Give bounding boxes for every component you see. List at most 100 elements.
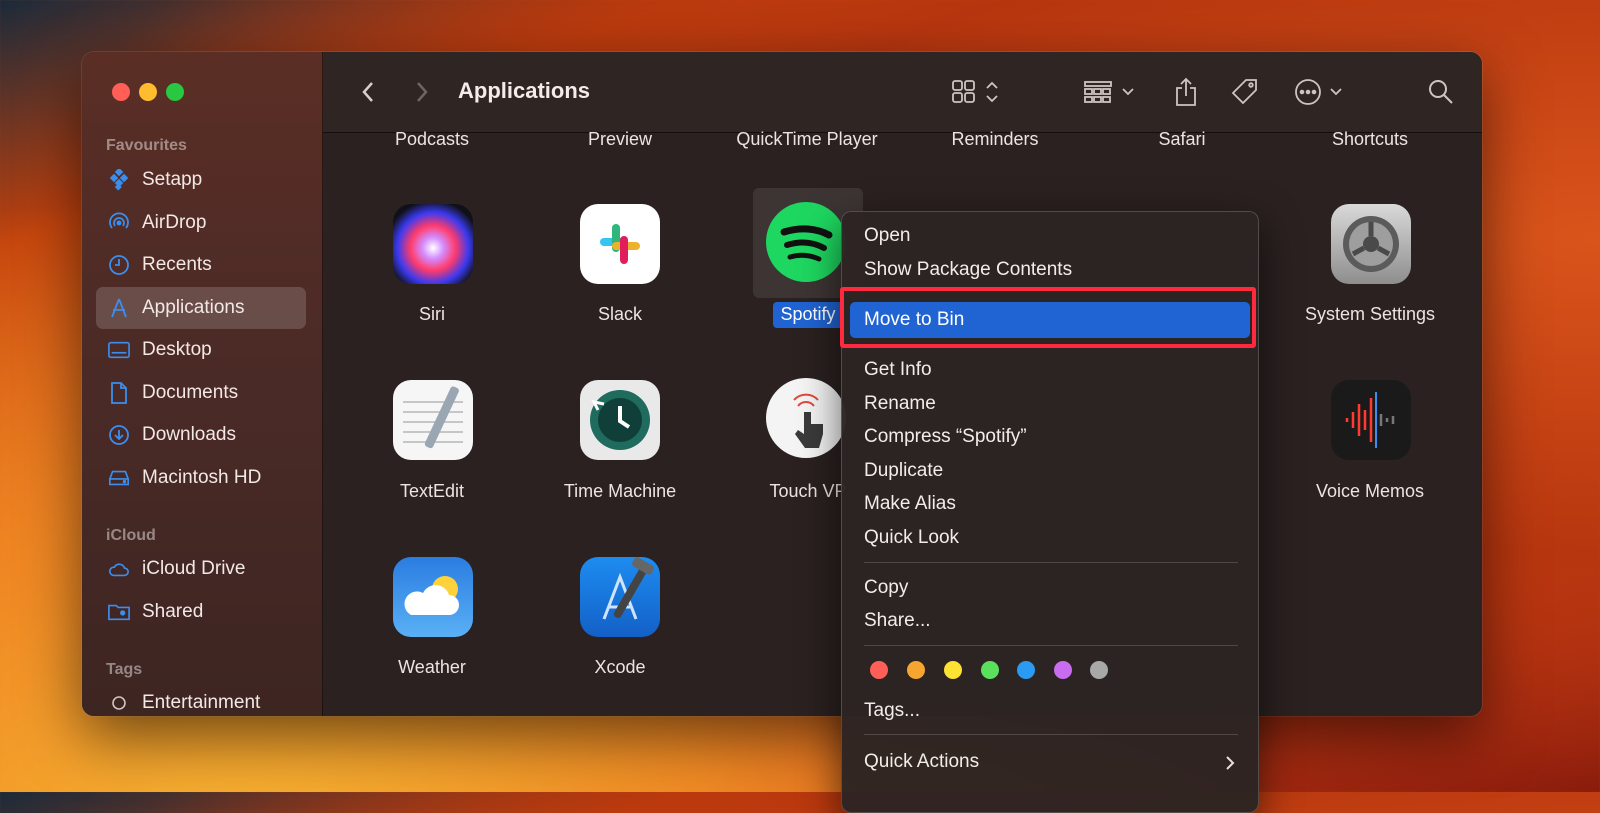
time-machine-icon[interactable]: [580, 380, 660, 460]
sidebar-item-label: Setapp: [142, 169, 203, 190]
menu-item-share[interactable]: Share...: [864, 606, 931, 636]
tag-color-gray[interactable]: [1090, 661, 1108, 679]
app-label-slack[interactable]: Slack: [535, 304, 705, 325]
siri-icon[interactable]: [393, 204, 473, 284]
icon-grid-icon: [952, 80, 998, 103]
sidebar-item-label: AirDrop: [142, 212, 207, 233]
tag-color-orange[interactable]: [907, 661, 925, 679]
back-button[interactable]: [353, 74, 383, 110]
search-button[interactable]: [1421, 74, 1461, 110]
page-title: Applications: [458, 78, 591, 103]
sidebar-item-label: Applications: [142, 297, 245, 318]
voice-memos-icon[interactable]: [1331, 380, 1411, 460]
menu-item-tags[interactable]: Tags...: [864, 696, 920, 726]
xcode-icon[interactable]: [580, 557, 660, 637]
menu-separator: [864, 734, 1238, 735]
menu-item-rename[interactable]: Rename: [864, 389, 936, 419]
search-icon: [1429, 80, 1453, 104]
group-button[interactable]: [1081, 74, 1141, 110]
menu-item-duplicate[interactable]: Duplicate: [864, 456, 943, 486]
sidebar-item-setapp[interactable]: Setapp: [96, 159, 306, 201]
slack-icon[interactable]: [580, 204, 660, 284]
app-label-quicktime[interactable]: QuickTime Player: [722, 129, 892, 150]
tag-circle-icon: [108, 692, 130, 714]
menu-item-quick-look[interactable]: Quick Look: [864, 523, 959, 553]
system-settings-icon[interactable]: [1331, 204, 1411, 284]
menu-separator: [864, 562, 1238, 563]
sidebar-item-icloud-drive[interactable]: iCloud Drive: [96, 548, 306, 590]
shared-folder-icon: [108, 601, 130, 623]
window-controls: [112, 83, 184, 101]
sidebar-item-macintosh-hd[interactable]: Macintosh HD: [96, 457, 306, 499]
download-icon: [108, 424, 130, 446]
forward-button[interactable]: [407, 74, 437, 110]
menu-item-copy[interactable]: Copy: [864, 573, 908, 603]
spotify-icon[interactable]: [766, 202, 846, 282]
tag-color-purple[interactable]: [1054, 661, 1072, 679]
sidebar: Favourites Setapp AirDrop Recents Applic…: [82, 52, 323, 716]
sidebar-item-downloads[interactable]: Downloads: [96, 414, 306, 456]
sidebar-item-label: Desktop: [142, 339, 212, 360]
app-label-podcasts[interactable]: Podcasts: [347, 129, 517, 150]
tag-color-green[interactable]: [981, 661, 999, 679]
menu-item-show-package-contents[interactable]: Show Package Contents: [864, 255, 1072, 285]
highlight-annotation-frame: [840, 287, 1256, 348]
tag-color-red[interactable]: [870, 661, 888, 679]
icloud-heading: iCloud: [106, 527, 156, 544]
touch-vpn-icon[interactable]: [766, 378, 846, 458]
app-label-safari[interactable]: Safari: [1097, 129, 1267, 150]
app-label-xcode[interactable]: Xcode: [535, 657, 705, 678]
app-label-weather[interactable]: Weather: [347, 657, 517, 678]
menu-item-open[interactable]: Open: [864, 221, 910, 251]
airdrop-icon: [108, 212, 130, 234]
app-label-preview[interactable]: Preview: [535, 129, 705, 150]
finder-window: Favourites Setapp AirDrop Recents Applic…: [82, 52, 1482, 716]
app-label-reminders[interactable]: Reminders: [910, 129, 1080, 150]
app-label-shortcuts[interactable]: Shortcuts: [1285, 129, 1455, 150]
sidebar-item-applications[interactable]: Applications: [96, 287, 306, 329]
toolbar: Applications: [323, 52, 1482, 133]
menu-item-get-info[interactable]: Get Info: [864, 355, 932, 385]
document-icon: [108, 382, 130, 404]
sidebar-item-label: Documents: [142, 382, 239, 403]
sidebar-item-documents[interactable]: Documents: [96, 372, 306, 414]
sidebar-item-label: Shared: [142, 601, 204, 622]
applications-icon: [108, 297, 130, 319]
more-actions-button[interactable]: [1291, 74, 1351, 110]
share-button[interactable]: [1166, 74, 1206, 110]
menu-item-make-alias[interactable]: Make Alias: [864, 489, 956, 519]
desktop-icon: [108, 339, 130, 361]
menu-item-quick-actions[interactable]: Quick Actions: [864, 747, 979, 777]
zoom-button[interactable]: [166, 83, 184, 101]
app-label-system-settings[interactable]: System Settings: [1285, 304, 1455, 325]
sidebar-item-desktop[interactable]: Desktop: [96, 329, 306, 371]
clock-icon: [108, 254, 130, 276]
tag-color-yellow[interactable]: [944, 661, 962, 679]
cloud-icon: [108, 558, 130, 580]
chevron-right-icon: [417, 82, 428, 102]
menu-item-compress[interactable]: Compress “Spotify”: [864, 422, 1027, 452]
app-label-time-machine[interactable]: Time Machine: [535, 481, 705, 502]
tag-color-blue[interactable]: [1017, 661, 1035, 679]
weather-icon[interactable]: [393, 557, 473, 637]
app-label-textedit[interactable]: TextEdit: [347, 481, 517, 502]
view-mode-button[interactable]: [948, 74, 1008, 110]
tag-button[interactable]: [1223, 74, 1267, 110]
sidebar-item-label: Recents: [142, 254, 212, 275]
favourites-heading: Favourites: [106, 137, 187, 154]
textedit-icon[interactable]: [393, 380, 473, 460]
group-grid-icon: [1084, 81, 1134, 103]
close-button[interactable]: [112, 83, 130, 101]
minimize-button[interactable]: [139, 83, 157, 101]
sidebar-item-label: Entertainment: [142, 692, 261, 713]
sidebar-item-shared[interactable]: Shared: [96, 591, 306, 633]
app-label-siri[interactable]: Siri: [347, 304, 517, 325]
sidebar-item-recents[interactable]: Recents: [96, 244, 306, 286]
tags-heading: Tags: [106, 661, 143, 678]
sidebar-item-airdrop[interactable]: AirDrop: [96, 202, 306, 244]
app-label-voice-memos[interactable]: Voice Memos: [1285, 481, 1455, 502]
chevron-left-icon: [362, 82, 373, 102]
ellipsis-circle-icon: [1295, 79, 1342, 105]
drive-icon: [108, 467, 130, 489]
sidebar-item-entertainment[interactable]: Entertainment: [96, 682, 306, 716]
